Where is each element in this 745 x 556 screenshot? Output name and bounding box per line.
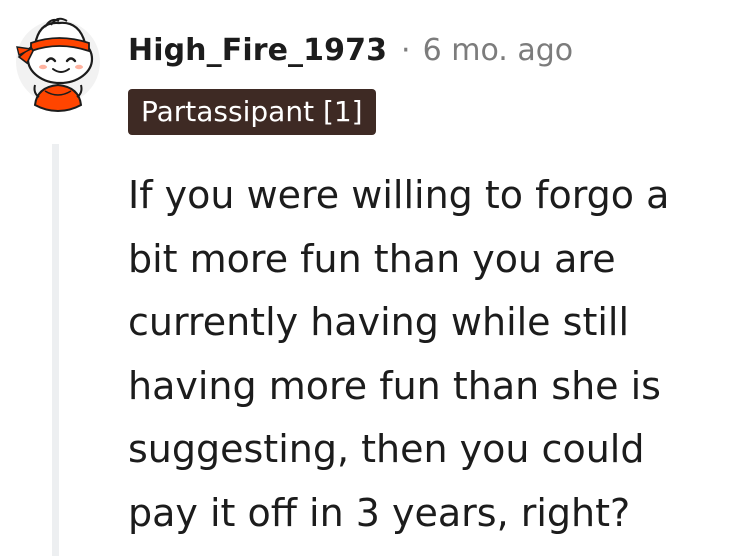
comment-body-line: suggesting, then you could <box>128 427 645 471</box>
comment-timestamp[interactable]: 6 mo. ago <box>423 33 574 68</box>
comment-body-line: If you were willing to forgo a <box>128 173 670 217</box>
comment-body-line: bit more fun than you are <box>128 236 616 281</box>
thread-line[interactable] <box>52 144 59 556</box>
comment-body: If you were willing to forgo a bit more … <box>128 164 728 545</box>
user-avatar[interactable] <box>15 9 101 115</box>
comment-meta: High_Fire_1973 · 6 mo. ago <box>128 28 573 72</box>
comment-body-line: pay it off in 3 years, right? <box>128 490 631 535</box>
snoo-avatar-icon <box>16 17 100 113</box>
comment: High_Fire_1973 · 6 mo. ago Partassipant … <box>0 0 745 556</box>
user-flair-badge: Partassipant [1] <box>128 89 376 135</box>
comment-body-line: having more fun than she is <box>128 363 661 408</box>
comment-body-line: currently having while still <box>128 300 630 344</box>
meta-separator: · <box>401 32 411 68</box>
author-username[interactable]: High_Fire_1973 <box>128 33 387 68</box>
